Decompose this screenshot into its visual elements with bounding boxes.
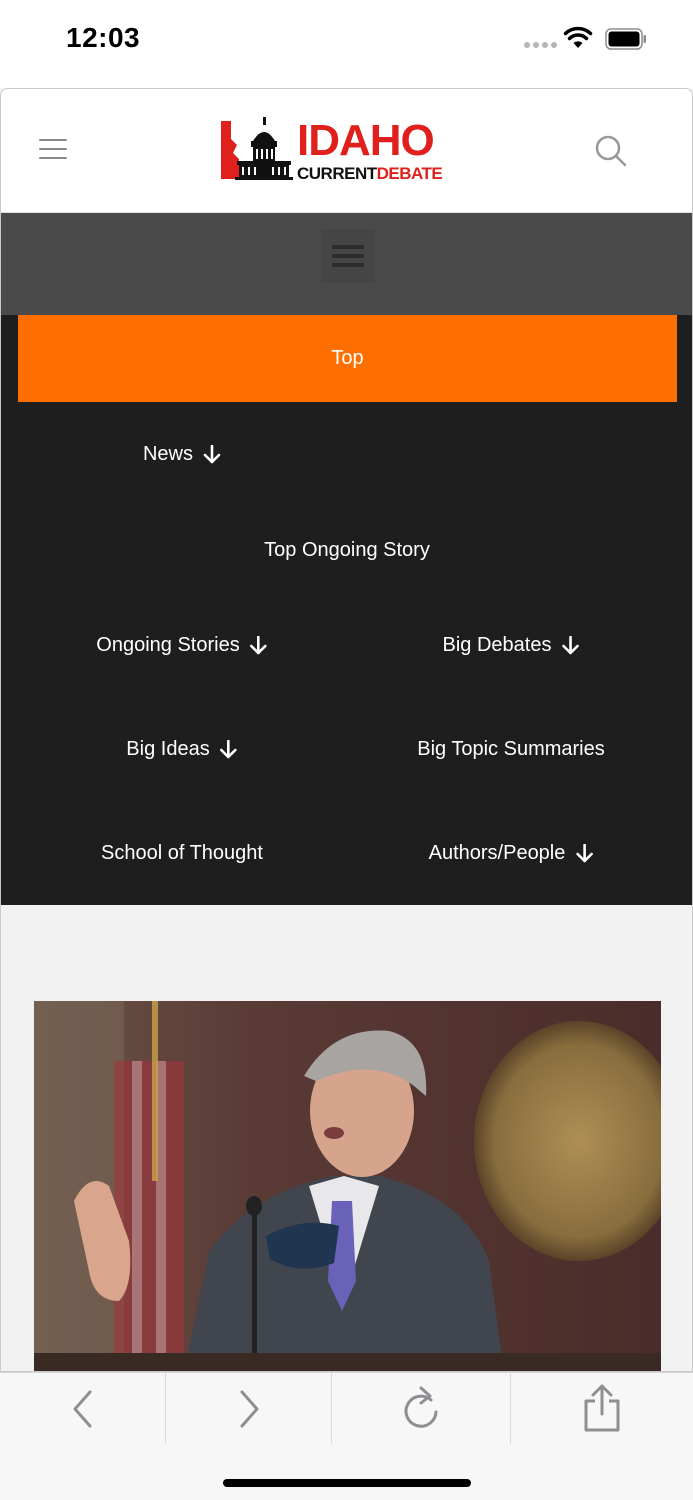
share-icon	[584, 1384, 620, 1432]
nav-item-big-topic-summaries[interactable]: Big Topic Summaries	[417, 738, 604, 761]
logo-text-idaho: IDAHO	[297, 116, 435, 165]
nav-item-top-ongoing-story[interactable]: Top Ongoing Story	[264, 539, 430, 562]
wifi-icon	[563, 26, 593, 48]
speaker-photo	[34, 1001, 661, 1371]
arrow-down-icon	[250, 635, 268, 654]
chevron-right-icon	[240, 1390, 258, 1428]
nav-item-label: News	[142, 443, 194, 465]
web-page: IDAHO CURRENTDEBATE Top News Top Ongoing…	[0, 88, 693, 1372]
share-button[interactable]	[511, 1373, 693, 1445]
menu-toggle-button[interactable]	[321, 229, 375, 283]
nav-item-label: Big Debates	[442, 634, 552, 656]
home-indicator[interactable]	[223, 1479, 471, 1487]
navigation-menu: Top News Top Ongoing Story Ongoing Stori…	[1, 315, 692, 905]
nav-item-news[interactable]: News	[143, 443, 221, 466]
nav-item-label: Authors/People	[428, 842, 566, 864]
site-header: IDAHO CURRENTDEBATE	[1, 89, 692, 213]
arrow-down-icon	[562, 635, 579, 654]
nav-item-big-ideas[interactable]: Big Ideas	[126, 738, 237, 761]
menu-bar	[1, 213, 692, 315]
nav-item-label: Top Ongoing Story	[264, 539, 430, 561]
nav-item-label: Big Topic Summaries	[417, 738, 605, 760]
hamburger-icon[interactable]	[39, 139, 67, 159]
nav-item-big-debates[interactable]: Big Debates	[443, 634, 580, 657]
cellular-signal-icon	[524, 42, 557, 48]
reload-button[interactable]	[332, 1373, 511, 1445]
logo-text-current: CURRENT	[297, 164, 377, 183]
nav-item-school-of-thought[interactable]: School of Thought	[101, 842, 263, 865]
arrow-down-icon	[220, 739, 237, 758]
arrow-down-icon	[576, 843, 593, 862]
reload-icon	[404, 1386, 438, 1428]
nav-item-authors-people[interactable]: Authors/People	[429, 842, 594, 865]
nav-item-label: Big Ideas	[126, 738, 210, 760]
featured-article-image[interactable]	[34, 1001, 661, 1371]
logo-text-debate: DEBATE	[376, 164, 443, 183]
site-logo[interactable]: IDAHO CURRENTDEBATE	[219, 117, 445, 187]
nav-item-label: Ongoing Stories	[96, 634, 240, 656]
nav-item-ongoing-stories[interactable]: Ongoing Stories	[96, 634, 268, 657]
search-icon[interactable]	[593, 133, 629, 169]
nav-item-label: School of Thought	[101, 842, 263, 864]
battery-icon	[605, 28, 646, 50]
browser-toolbar	[0, 1372, 693, 1445]
arrow-down-icon	[203, 444, 221, 463]
capitol-logo-icon	[221, 117, 293, 180]
home-indicator-area	[0, 1444, 693, 1500]
status-time: 12:03	[66, 22, 141, 53]
forward-button[interactable]	[166, 1373, 332, 1445]
back-button[interactable]	[0, 1373, 166, 1445]
chevron-left-icon	[73, 1390, 91, 1428]
nav-item-top[interactable]: Top	[18, 315, 677, 402]
status-bar: 12:03	[0, 0, 693, 88]
logo-subtitle: CURRENTDEBATE	[297, 164, 443, 183]
